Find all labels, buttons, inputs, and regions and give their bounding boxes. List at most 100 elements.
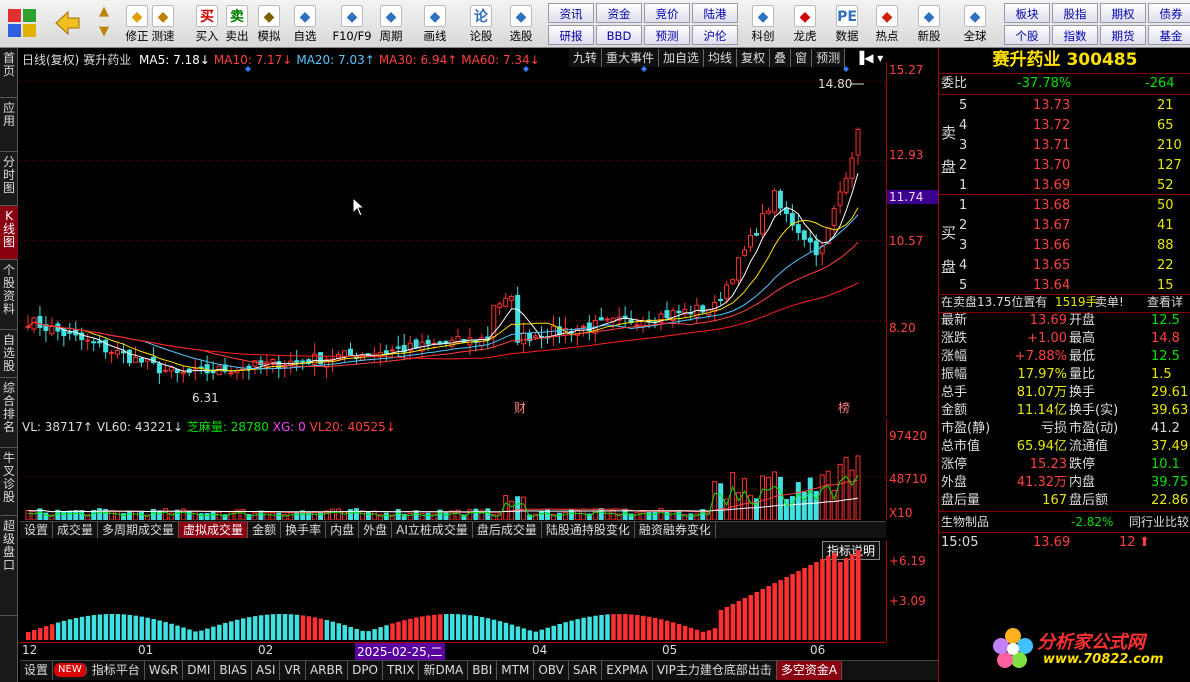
volume-chart[interactable]: [20, 434, 886, 520]
chat-button[interactable]: 论论股: [464, 2, 498, 46]
volume-tab[interactable]: 陆股通持股变化: [542, 522, 635, 538]
volume-tab[interactable]: 设置: [20, 522, 54, 538]
leftnav-item[interactable]: 首页: [0, 48, 18, 98]
cycle-button[interactable]: ◆ 周期: [374, 2, 408, 46]
leftnav-item[interactable]: K线图: [0, 206, 18, 260]
ipo-button[interactable]: ◆ 新股: [912, 2, 946, 46]
sell-button[interactable]: 卖卖出: [220, 2, 254, 46]
indicator-tab[interactable]: TRIX: [383, 661, 420, 680]
chart-menu-arrows[interactable]: ▐◀ ▾: [855, 49, 885, 67]
quick-button[interactable]: 期权: [1100, 3, 1146, 23]
chart-menu-item[interactable]: 重大事件: [602, 49, 660, 67]
volume-tab[interactable]: 换手率: [281, 522, 327, 538]
indicator-tab[interactable]: DPO: [348, 661, 383, 680]
menu-logo-button[interactable]: [2, 2, 42, 46]
volume-tab[interactable]: 多周期成交量: [98, 522, 180, 538]
quick-button[interactable]: 竞价: [644, 3, 690, 23]
indicator-tab[interactable]: ARBR: [306, 661, 349, 680]
pencil-button[interactable]: ◆ 画线: [418, 2, 452, 46]
chart-period[interactable]: 日线(复权): [22, 53, 79, 67]
event-diamond-icon[interactable]: [641, 66, 647, 72]
quick-button[interactable]: 板块: [1004, 3, 1050, 23]
dragon-button[interactable]: ◆ 龙虎: [788, 2, 822, 46]
hammer-button[interactable]: ◆ 模拟: [252, 2, 286, 46]
indicator-tab[interactable]: BIAS: [215, 661, 253, 680]
leftnav-item[interactable]: 应用: [0, 98, 18, 152]
indicator-tab[interactable]: VR: [280, 661, 306, 680]
quick-button[interactable]: 期货: [1100, 25, 1146, 45]
volume-tab[interactable]: AI立桩成交量: [392, 522, 473, 538]
volume-tab[interactable]: 融资融券变化: [635, 522, 716, 538]
chart-menu-item[interactable]: 加自选: [659, 49, 705, 67]
status-link[interactable]: 查看详: [1147, 292, 1183, 312]
indicator-tab[interactable]: MTM: [497, 661, 535, 680]
kechuang-button[interactable]: ◆ 科创: [746, 2, 780, 46]
chart-menu-item[interactable]: 叠: [770, 49, 792, 67]
volume-bar: [610, 509, 616, 520]
volume-tab[interactable]: 内盘: [326, 522, 360, 538]
volume-tab[interactable]: 外盘: [359, 522, 393, 538]
quick-button[interactable]: 股指: [1052, 3, 1098, 23]
volume-tab[interactable]: 金额: [248, 522, 282, 538]
indicator-tab[interactable]: ASI: [252, 661, 281, 680]
indicator-tab[interactable]: 多空资金A: [776, 661, 843, 680]
tick-time: 15:05: [941, 535, 979, 550]
leftnav-item[interactable]: 牛叉诊股: [0, 448, 18, 516]
quick-button[interactable]: 基金: [1148, 25, 1190, 45]
indicator-chart[interactable]: [20, 540, 886, 642]
stat-value: 亏损: [1040, 421, 1067, 436]
globe-button[interactable]: ◆ 全球: [958, 2, 992, 46]
back-button[interactable]: [48, 2, 86, 46]
star-button[interactable]: ◆ 自选: [288, 2, 322, 46]
chart-search-button[interactable]: ◆ 选股: [504, 2, 538, 46]
quick-button[interactable]: 资金: [596, 3, 642, 23]
event-diamond-icon[interactable]: [245, 66, 251, 72]
leftnav-item[interactable]: 自选股: [0, 330, 18, 378]
page-up-down[interactable]: ▲ ▼: [92, 2, 116, 46]
stat-row: 总市值 65.94亿 流通值 37.49: [939, 438, 1190, 456]
f10-button[interactable]: ◆ F10/F9: [330, 2, 374, 46]
indicator-tab[interactable]: 新DMA: [419, 661, 469, 680]
leftnav-item[interactable]: 综合排名: [0, 378, 18, 448]
kline-chart[interactable]: 14.80 6.31 财 榜: [20, 66, 886, 416]
arrow-down-icon[interactable]: ▼: [92, 22, 116, 42]
quick-button[interactable]: 陆港: [692, 3, 738, 23]
event-diamond-icon[interactable]: [843, 66, 849, 72]
event-diamond-icon[interactable]: [523, 66, 529, 72]
indicator-tab[interactable]: BBI: [468, 661, 498, 680]
quick-button[interactable]: 沪伦: [692, 25, 738, 45]
quick-button[interactable]: 个股: [1004, 25, 1050, 45]
quick-button[interactable]: 研报: [548, 25, 594, 45]
quick-button[interactable]: 债券: [1148, 3, 1190, 23]
quick-button[interactable]: BBD: [596, 25, 642, 45]
chart-menu-item[interactable]: 九转: [569, 49, 603, 67]
clock-button[interactable]: ◆ 测速: [146, 2, 180, 46]
leftnav-item[interactable]: 分时图: [0, 152, 18, 206]
arrow-up-icon[interactable]: ▲: [92, 2, 116, 22]
fire-button[interactable]: ◆ 热点: [870, 2, 904, 46]
quick-button[interactable]: 资讯: [548, 3, 594, 23]
volume-tab[interactable]: 成交量: [53, 522, 99, 538]
indicator-tab[interactable]: VIP主力建仓底部出击: [653, 661, 777, 680]
chart-menu-item[interactable]: 均线: [704, 49, 738, 67]
quick-button[interactable]: 预测: [644, 25, 690, 45]
leftnav-item[interactable]: 超级盘口: [0, 516, 18, 616]
volume-tab[interactable]: 虚拟成交量: [179, 522, 249, 538]
indicator-tab[interactable]: W&R: [145, 661, 184, 680]
industry-link[interactable]: 同行业比较: [1129, 512, 1189, 532]
indicator-tab[interactable]: SAR: [569, 661, 603, 680]
leftnav-label: 超级盘口: [2, 519, 15, 572]
indicator-tab[interactable]: EXPMA: [602, 661, 653, 680]
volume-tab[interactable]: 盘后成交量: [473, 522, 542, 538]
buy-button[interactable]: 买买入: [190, 2, 224, 46]
indicator-tab[interactable]: DMI: [183, 661, 216, 680]
leftnav-item[interactable]: 个股资料: [0, 260, 18, 330]
data-button[interactable]: PE 数据: [830, 2, 864, 46]
chart-menu-item[interactable]: 复权: [737, 49, 771, 67]
indicator-tab[interactable]: 指标平台: [88, 661, 145, 680]
quick-button[interactable]: 指数: [1052, 25, 1098, 45]
chart-menu-item[interactable]: 预测: [812, 49, 846, 67]
indicator-tab[interactable]: 设置: [20, 661, 54, 680]
indicator-tab[interactable]: OBV: [534, 661, 569, 680]
chart-menu-item[interactable]: 窗: [791, 49, 813, 67]
